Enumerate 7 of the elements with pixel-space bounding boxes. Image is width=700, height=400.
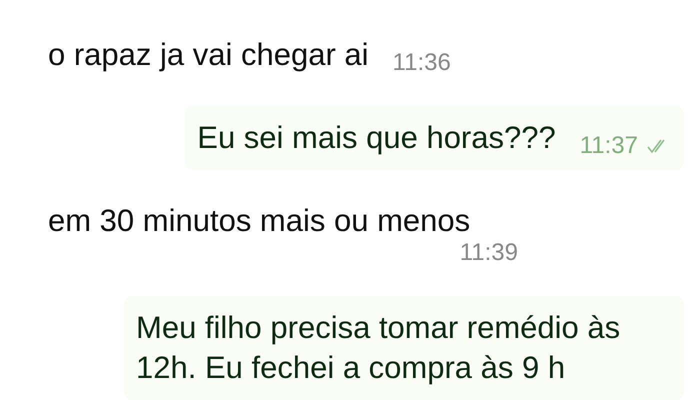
message-time: 11:39 — [460, 241, 518, 265]
message-text: Meu filho precisa tomar remédio às 12h. Eu fechei a compra às 9 h — [136, 309, 622, 387]
message-time: 11:36 — [392, 51, 451, 75]
message-text: em 30 minutos mais ou menos — [48, 202, 470, 240]
message-text: Eu sei mais que horas??? — [197, 119, 556, 157]
message-text: o rapaz ja vai chegar ai — [48, 36, 369, 74]
message-time: 11:37 — [580, 134, 638, 158]
